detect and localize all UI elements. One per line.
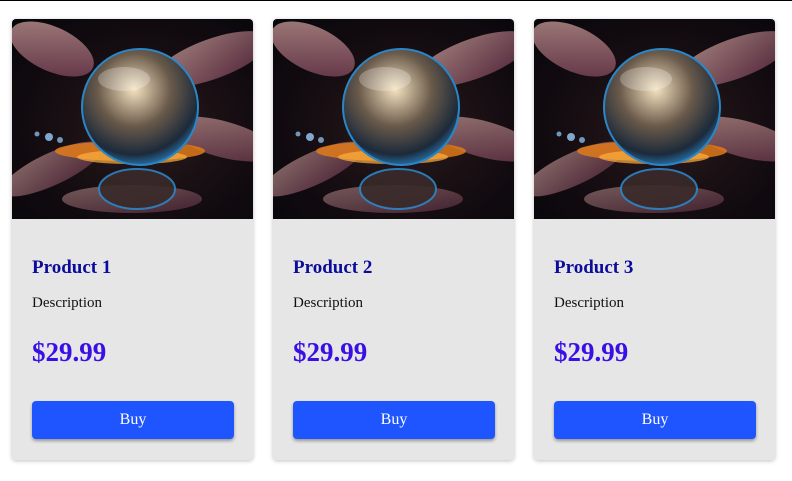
product-description: Description	[554, 295, 624, 311]
product-image	[534, 19, 775, 219]
product-price: $29.99	[554, 337, 629, 367]
product-title: Product 2	[293, 257, 373, 278]
product-grid: Product 1 Description $29.99 Buy Product…	[12, 19, 775, 460]
product-price: $29.99	[293, 337, 368, 367]
product-title: Product 3	[554, 257, 634, 278]
product-image	[12, 19, 253, 219]
buy-button[interactable]: Buy	[554, 401, 756, 439]
product-image	[273, 19, 514, 219]
buy-button[interactable]: Buy	[293, 401, 495, 439]
product-description: Description	[293, 295, 363, 311]
product-price: $29.99	[32, 337, 107, 367]
product-description: Description	[32, 295, 102, 311]
top-border	[0, 0, 792, 1]
buy-button[interactable]: Buy	[32, 401, 234, 439]
product-card: Product 2 Description $29.99 Buy	[273, 19, 514, 460]
product-title: Product 1	[32, 257, 112, 278]
product-card: Product 1 Description $29.99 Buy	[12, 19, 253, 460]
product-card: Product 3 Description $29.99 Buy	[534, 19, 775, 460]
